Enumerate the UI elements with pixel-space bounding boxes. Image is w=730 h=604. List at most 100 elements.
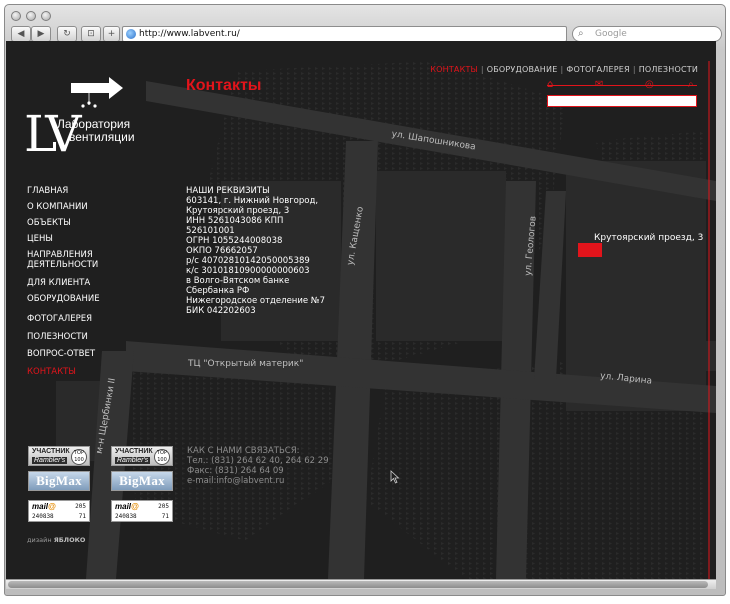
bigmax-counter[interactable]: BigMax xyxy=(111,471,173,491)
sidenav-about[interactable]: О КОМПАНИИ xyxy=(27,202,88,212)
back-icon: ◀ xyxy=(17,29,25,39)
top-nav: КОНТАКТЫ | ОБОРУДОВАНИЕ | ФОТОГАЛЕРЕЯ | ПОЛЕЗН… xyxy=(430,65,698,74)
requisites-line: р/с 40702810142050005389 xyxy=(186,256,310,266)
rambler-counter[interactable]: УЧАСТНИК Rambler's TOP 100 xyxy=(111,446,173,466)
contacts-heading: КАК С НАМИ СВЯЗАТЬСЯ: xyxy=(187,446,300,456)
site-logo[interactable]: LV Лаборатория вентиляции xyxy=(24,71,174,171)
contacts-block: КАК С НАМИ СВЯЗАТЬСЯ: Тел.: (831) 264 62… xyxy=(187,446,329,486)
contacts-phone: Тел.: (831) 264 62 40, 264 62 29 xyxy=(187,456,329,466)
mail-brand: mail@ xyxy=(115,502,139,511)
design-credit[interactable]: дизайн ЯБЛОКО xyxy=(27,536,85,544)
sidenav-directions[interactable]: НАПРАВЛЕНИЯ xyxy=(27,250,93,260)
site-search: ⌂ ✉ ◎ ⌕ xyxy=(547,79,697,113)
rambler-brand: Rambler's xyxy=(32,457,68,464)
sidenav-home[interactable]: ГЛАВНАЯ xyxy=(27,186,68,196)
topnav-contacts[interactable]: КОНТАКТЫ xyxy=(430,65,478,74)
sidenav-faq[interactable]: ВОПРОС-ОТВЕТ xyxy=(27,349,95,359)
search-icon: ⌕ xyxy=(578,28,584,39)
mouse-pointer-icon xyxy=(390,470,400,484)
bookmarks-icon: ⊡ xyxy=(87,29,95,39)
sidenav-useful[interactable]: ПОЛЕЗНОСТИ xyxy=(27,332,88,342)
mail-counter[interactable]: mail@ 205 240838 71 xyxy=(111,500,173,522)
contacts-fax: Факс: (831) 264 64 09 xyxy=(187,466,284,476)
minimize-window-button[interactable] xyxy=(26,11,36,21)
mail-value-1: 205 xyxy=(158,503,169,510)
mail-icon[interactable]: ✉ xyxy=(595,79,603,91)
browser-search-placeholder: Google xyxy=(595,29,627,39)
address-text: http://www.labvent.ru/ xyxy=(139,29,240,39)
topnav-separator: | xyxy=(632,65,636,74)
zoom-window-button[interactable] xyxy=(41,11,51,21)
browser-search-input[interactable]: ⌕ Google xyxy=(572,26,722,42)
rambler-top100-badge: TOP 100 xyxy=(154,449,170,465)
add-icon: + xyxy=(107,29,116,39)
requisites-line: 526101001 xyxy=(186,226,235,236)
sidenav-gallery[interactable]: ФОТОГАЛЕРЕЯ xyxy=(27,314,92,324)
requisites-line: ИНН 5261043086 КПП xyxy=(186,216,284,226)
rambler-label: УЧАСТНИК xyxy=(115,448,153,455)
requisites-line: Крутоярский проезд, 3 xyxy=(186,206,290,216)
topnav-gallery[interactable]: ФОТОГАЛЕРЕЯ xyxy=(566,65,629,74)
sidenav-clients[interactable]: ДЛЯ КЛИЕНТА xyxy=(27,278,90,288)
requisites-line: ОКПО 76662057 xyxy=(186,246,258,256)
rambler-label: УЧАСТНИК xyxy=(32,448,70,455)
sidenav-prices[interactable]: ЦЕНЫ xyxy=(27,234,53,244)
reload-icon: ↻ xyxy=(63,29,71,39)
requisites-line: в Волго-Вятском банке xyxy=(186,276,290,286)
requisites-line: ОГРН 1055244008038 xyxy=(186,236,283,246)
bookmarks-button[interactable]: ⊡ xyxy=(81,26,101,42)
scrollbar-thumb[interactable] xyxy=(8,581,708,588)
bigmax-counter[interactable]: BigMax xyxy=(28,471,90,491)
rambler-counter[interactable]: УЧАСТНИК Rambler's TOP 100 xyxy=(28,446,90,466)
address-bar[interactable]: http://www.labvent.ru/ xyxy=(122,26,567,42)
add-bookmark-button[interactable]: + xyxy=(103,26,120,42)
requisites-block: НАШИ РЕКВИЗИТЫ 603141, г. Нижний Новгоро… xyxy=(186,186,325,316)
back-button[interactable]: ◀ xyxy=(11,26,31,42)
tools-rail xyxy=(547,85,697,86)
rambler-brand: Rambler's xyxy=(115,457,151,464)
logo-line1: Лаборатория xyxy=(57,117,131,131)
sidenav-equipment[interactable]: ОБОРУДОВАНИЕ xyxy=(27,294,100,304)
requisites-line: 603141, г. Нижний Новгород, xyxy=(186,196,319,206)
map-label-tc: ТЦ "Открытый материк" xyxy=(188,359,304,369)
requisites-line: БИК 042202603 xyxy=(186,306,256,316)
mail-value-2: 240838 xyxy=(32,513,54,520)
site-search-input[interactable] xyxy=(547,95,697,107)
topnav-separator: | xyxy=(560,65,564,74)
topnav-equipment[interactable]: ОБОРУДОВАНИЕ xyxy=(487,65,558,74)
contacts-email-link[interactable]: e-mail:info@labvent.ru xyxy=(187,476,329,486)
forward-icon: ▶ xyxy=(37,29,45,39)
mail-value-2: 240838 xyxy=(115,513,137,520)
globe-icon xyxy=(126,29,136,39)
fan-arrow-icon xyxy=(71,77,123,108)
sidenav-contacts[interactable]: КОНТАКТЫ xyxy=(27,367,76,377)
requisites-line: к/с 30101810900000000603 xyxy=(186,266,310,276)
office-marker[interactable] xyxy=(578,243,602,257)
mail-value-3: 71 xyxy=(161,513,169,520)
sidenav-directions-2[interactable]: ДЕЯТЕЛЬНОСТИ xyxy=(27,260,98,270)
requisites-line: Нижегородское отделение №7 xyxy=(186,296,326,306)
logo-line2: вентиляции xyxy=(69,130,135,144)
page-viewport: ул. Шапошникова ул. Кащенко ул. Геологов… xyxy=(6,41,716,579)
reload-button[interactable]: ↻ xyxy=(57,26,77,42)
requisites-line: Сбербанка РФ xyxy=(186,286,250,296)
window-controls xyxy=(11,11,51,21)
design-credit-prefix: дизайн xyxy=(27,536,52,544)
mail-brand: mail@ xyxy=(32,502,56,511)
search-icon[interactable]: ⌕ xyxy=(688,79,694,91)
mail-value-3: 71 xyxy=(78,513,86,520)
mail-value-1: 205 xyxy=(75,503,86,510)
topnav-separator: | xyxy=(480,65,484,74)
sitemap-icon[interactable]: ◎ xyxy=(645,79,654,91)
home-icon[interactable]: ⌂ xyxy=(547,79,553,91)
close-window-button[interactable] xyxy=(11,11,21,21)
horizontal-scrollbar[interactable] xyxy=(6,579,716,589)
mail-counter[interactable]: mail@ 205 240838 71 xyxy=(28,500,90,522)
page-title: Контакты xyxy=(186,77,262,94)
rambler-top100-badge: TOP 100 xyxy=(71,449,87,465)
topnav-useful[interactable]: ПОЛЕЗНОСТИ xyxy=(639,65,698,74)
forward-button[interactable]: ▶ xyxy=(31,26,51,42)
requisites-heading: НАШИ РЕКВИЗИТЫ xyxy=(186,186,270,196)
sidenav-objects[interactable]: ОБЪЕКТЫ xyxy=(27,218,71,228)
map-label-krutoyarsky: Крутоярский проезд, 3 xyxy=(594,233,704,243)
